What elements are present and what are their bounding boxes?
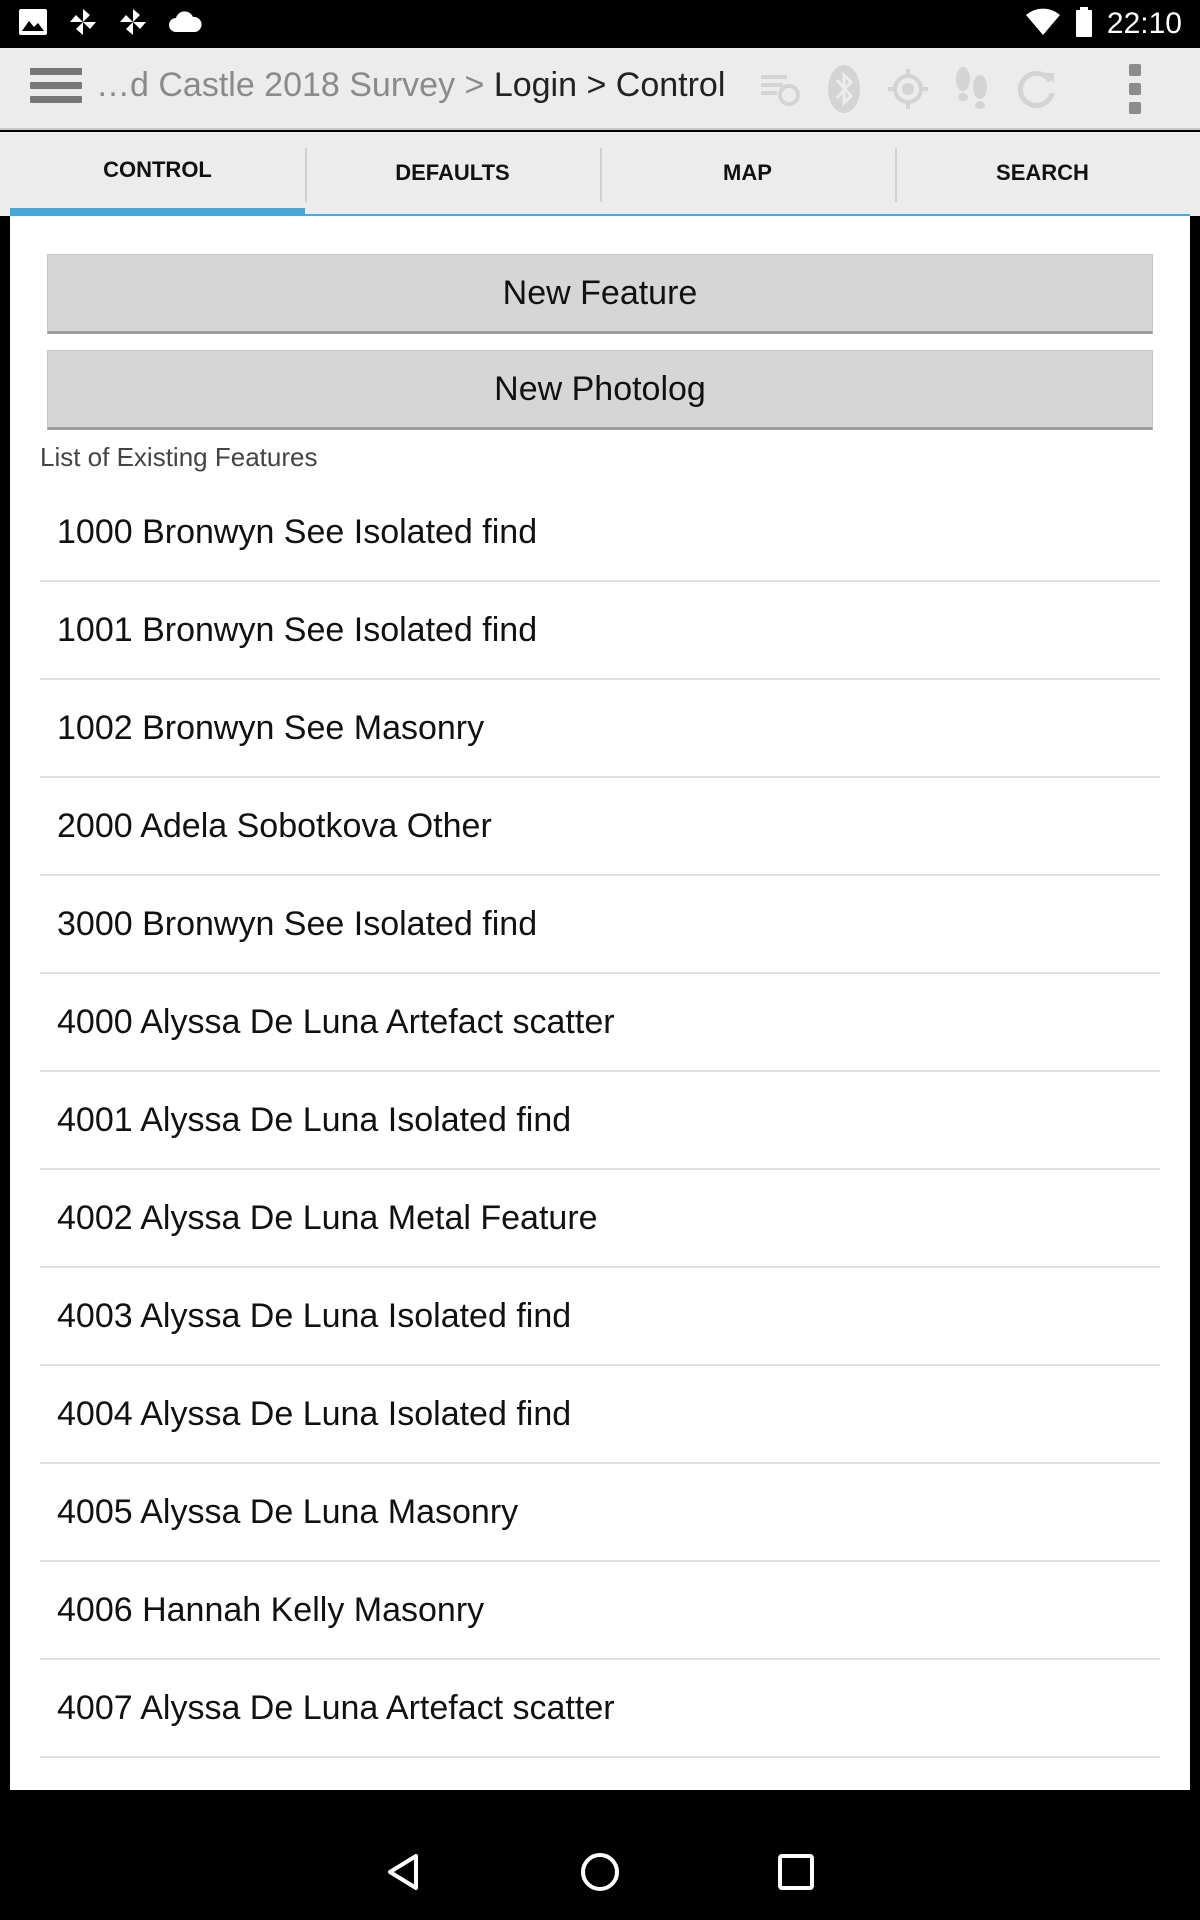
tab-map[interactable]: MAP bbox=[600, 132, 895, 216]
list-item[interactable]: 2000 Adela Sobotkova Other bbox=[40, 778, 1160, 876]
menu-icon[interactable] bbox=[30, 68, 82, 108]
breadcrumb: …d Castle 2018 Survey > Login > Control bbox=[96, 66, 725, 105]
cloud-icon bbox=[168, 10, 202, 38]
list-item[interactable]: 3000 Bronwyn See Isolated find bbox=[40, 876, 1160, 974]
pinwheel-icon bbox=[118, 7, 148, 41]
list-item[interactable]: 4003 Alyssa De Luna Isolated find bbox=[40, 1268, 1160, 1366]
new-feature-button[interactable]: New Feature bbox=[47, 254, 1153, 334]
tab-search[interactable]: SEARCH bbox=[895, 132, 1190, 216]
list-item[interactable]: 4007 Alyssa De Luna Artefact scatter bbox=[40, 1660, 1160, 1758]
tab-defaults[interactable]: DEFAULTS bbox=[305, 132, 600, 216]
sync-list-icon[interactable] bbox=[755, 64, 805, 114]
back-icon[interactable] bbox=[376, 1844, 432, 1900]
tab-bar: CONTROL DEFAULTS MAP SEARCH bbox=[0, 132, 1200, 216]
image-icon bbox=[18, 8, 48, 40]
list-item[interactable]: 1002 Bronwyn See Masonry bbox=[40, 680, 1160, 778]
list-item[interactable]: 4004 Alyssa De Luna Isolated find bbox=[40, 1366, 1160, 1464]
battery-icon bbox=[1075, 7, 1093, 41]
navigation-bar bbox=[0, 1824, 1200, 1920]
list-item[interactable]: 1000 Bronwyn See Isolated find bbox=[40, 484, 1160, 582]
breadcrumb-current: Login > Control bbox=[493, 66, 726, 104]
list-label: List of Existing Features bbox=[40, 442, 318, 472]
list-item[interactable]: 4002 Alyssa De Luna Metal Feature bbox=[40, 1170, 1160, 1268]
list-item[interactable]: 4006 Hannah Kelly Masonry bbox=[40, 1562, 1160, 1660]
bluetooth-icon[interactable] bbox=[819, 64, 869, 114]
action-bar: …d Castle 2018 Survey > Login > Control bbox=[0, 48, 1200, 130]
clock: 22:10 bbox=[1106, 7, 1182, 40]
wifi-icon bbox=[1025, 8, 1061, 40]
status-bar: 22:10 bbox=[0, 0, 1200, 48]
gps-target-icon[interactable] bbox=[883, 64, 933, 114]
list-item[interactable]: 4001 Alyssa De Luna Isolated find bbox=[40, 1072, 1160, 1170]
pinwheel-icon bbox=[68, 7, 98, 41]
notification-icons bbox=[18, 6, 202, 42]
refresh-icon[interactable] bbox=[1011, 64, 1061, 114]
tab-control[interactable]: CONTROL bbox=[10, 132, 305, 216]
home-icon[interactable] bbox=[572, 1844, 628, 1900]
new-photolog-button[interactable]: New Photolog bbox=[47, 350, 1153, 430]
list-item[interactable]: 4000 Alyssa De Luna Artefact scatter bbox=[40, 974, 1160, 1072]
recents-icon[interactable] bbox=[768, 1844, 824, 1900]
control-panel: New Feature New Photolog List of Existin… bbox=[10, 216, 1190, 1790]
list-item[interactable]: 4005 Alyssa De Luna Masonry bbox=[40, 1464, 1160, 1562]
list-item[interactable]: 1001 Bronwyn See Isolated find bbox=[40, 582, 1160, 680]
footsteps-icon[interactable] bbox=[947, 64, 997, 114]
list-item[interactable]: 4008 Alyssa De Luna Artefact scatter bbox=[40, 1758, 1160, 1791]
breadcrumb-prefix: …d Castle 2018 Survey > bbox=[96, 66, 494, 104]
more-vertical-icon[interactable] bbox=[1120, 62, 1150, 116]
feature-list: 1000 Bronwyn See Isolated find 1001 Bron… bbox=[40, 484, 1160, 1790]
